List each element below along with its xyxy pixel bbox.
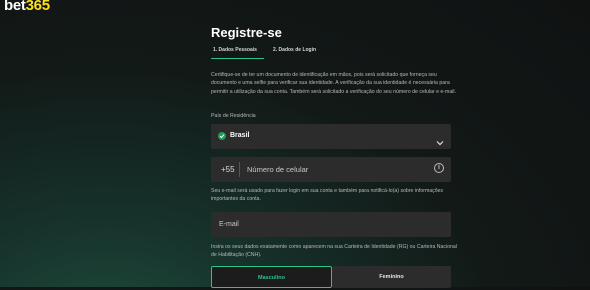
country-value: Brasil (230, 132, 250, 139)
active-step-indicator (211, 58, 264, 59)
gender-toggle: Masculino Feminino (211, 266, 451, 290)
step-personal-data[interactable]: 1. Dados Pessoais (213, 47, 257, 53)
country-select[interactable]: Brasil (211, 124, 451, 149)
page-title: Registre-se (211, 25, 282, 40)
intro-text: Certifique-se de ter um documento de ide… (211, 72, 456, 95)
registration-steps: 1. Dados Pessoais 2. Dados de Login (211, 44, 451, 60)
info-icon[interactable]: i (434, 163, 444, 173)
check-circle-icon (218, 132, 226, 140)
gender-female-button[interactable]: Feminino (332, 266, 451, 288)
country-label: País de Residência (211, 113, 256, 119)
email-note: Seu e-mail será usado para fazer login e… (211, 188, 444, 203)
id-note: Insira os seus dados exatamente como apa… (211, 244, 457, 259)
gender-male-button[interactable]: Masculino (211, 266, 332, 288)
email-field[interactable]: E-mail (211, 212, 451, 237)
prefix-divider (239, 162, 240, 177)
chevron-down-icon (436, 133, 444, 151)
phone-placeholder[interactable]: Número de celular (247, 165, 308, 174)
logo-main-text: bet (4, 0, 26, 14)
logo-accent-text: 365 (25, 0, 50, 14)
phone-prefix[interactable]: +55 (221, 165, 235, 174)
phone-field[interactable]: +55 Número de celular i (211, 157, 451, 182)
bet365-logo[interactable]: bet365 (4, 0, 50, 14)
email-placeholder[interactable]: E-mail (219, 221, 239, 228)
step-login-data[interactable]: 2. Dados de Login (273, 47, 316, 53)
